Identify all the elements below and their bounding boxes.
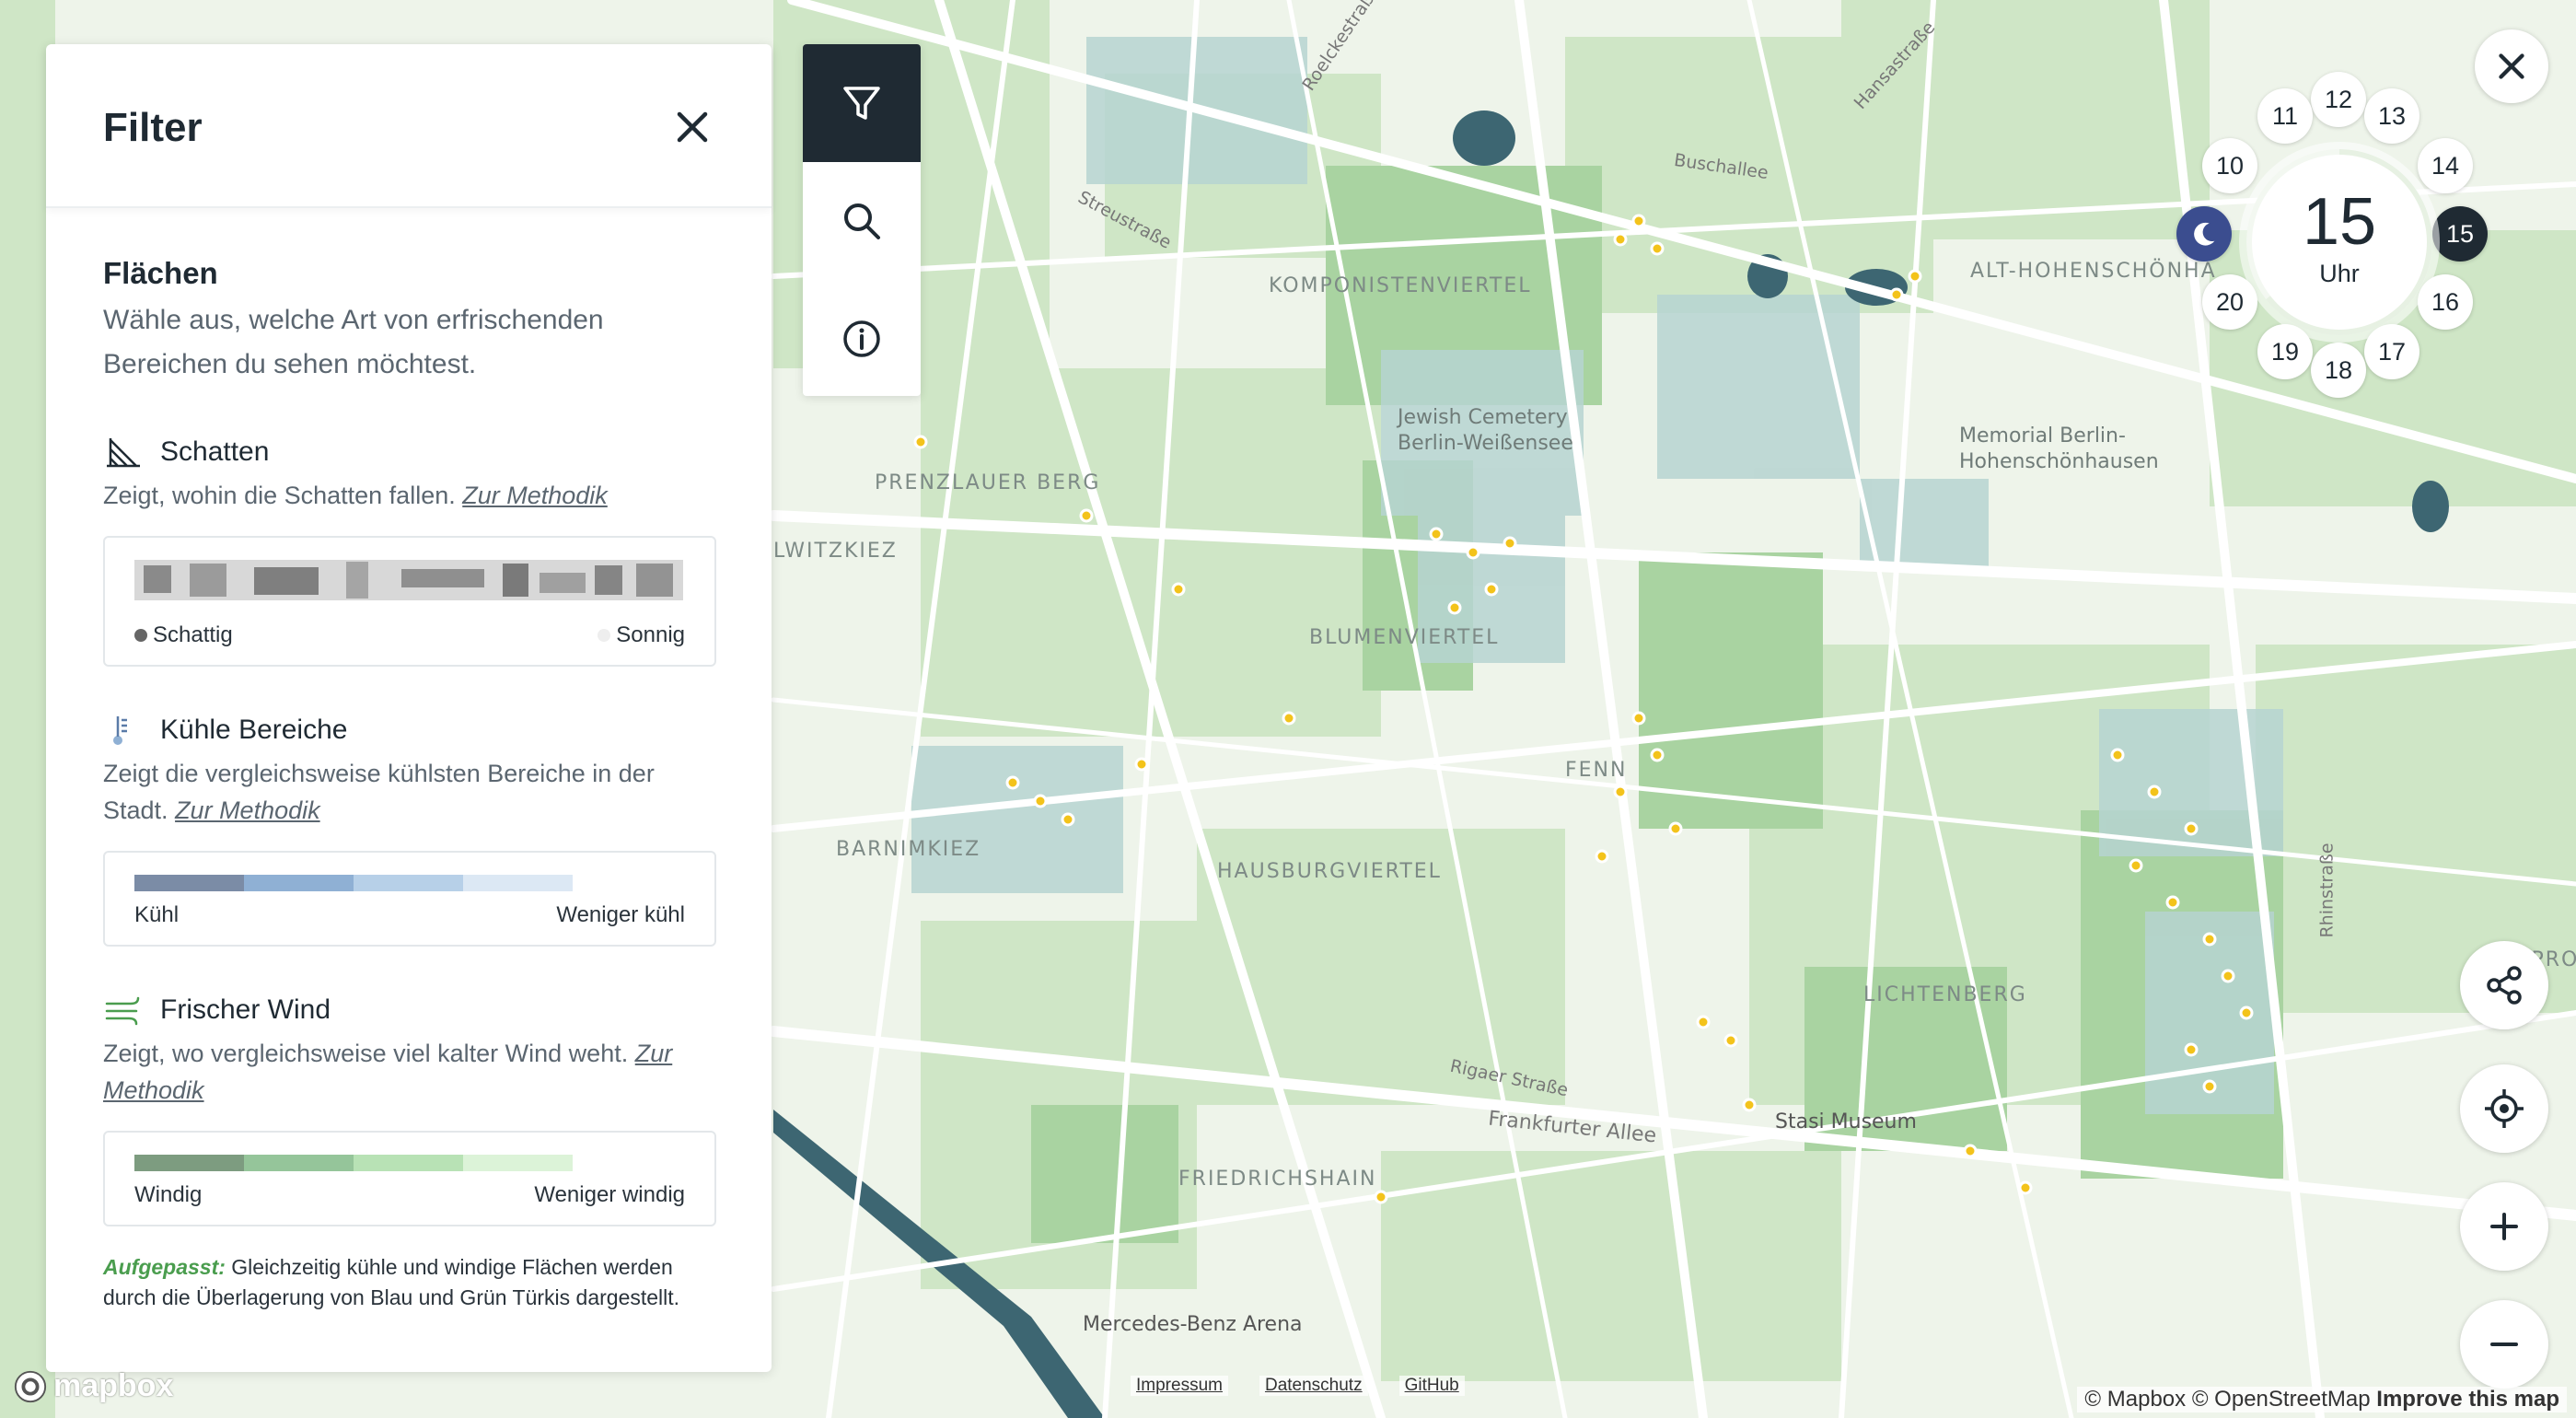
attribution-text[interactable]: © Mapbox © OpenStreetMap — [2084, 1387, 2370, 1412]
hour-17[interactable]: 17 — [2364, 324, 2419, 379]
map-label-barnimkiez: BARNIMKIEZ — [836, 838, 981, 861]
map-label-blumenviertel: BLUMENVIERTEL — [1309, 626, 1500, 649]
close-icon — [2499, 53, 2524, 79]
map-label-memorial: Memorial Berlin-Hohenschönhausen — [1959, 424, 2159, 473]
shadow-methodik-link[interactable]: Zur Methodik — [462, 482, 608, 509]
close-icon — [677, 111, 708, 143]
cool-left-label: Kühl — [134, 902, 180, 927]
plus-icon — [2490, 1213, 2518, 1240]
cool-grad-segment-3 — [463, 875, 573, 891]
shadow-right-label: Sonnig — [598, 622, 685, 648]
shadow-legend: Schattig Sonnig — [103, 536, 716, 667]
cool-right-label: Weniger kühl — [556, 902, 685, 927]
map-label-rhinstrasse: Rhinstraße — [2316, 843, 2338, 938]
map-label-jewish-cemetery: Jewish Cemetery Berlin-Weißensee — [1398, 406, 1573, 455]
note: Aufgepasst: Gleichzeitig kühle und windi… — [103, 1252, 729, 1313]
hour-10[interactable]: 10 — [2202, 138, 2257, 193]
crosshair-icon — [2485, 1089, 2524, 1128]
hour-13[interactable]: 13 — [2364, 88, 2419, 144]
wind-grad-segment-1 — [244, 1155, 354, 1171]
wind-grad-segment-2 — [354, 1155, 463, 1171]
datenschutz-link[interactable]: Datenschutz — [1259, 1376, 1368, 1396]
shadow-filter[interactable]: Schatten Zeigt, wohin die Schatten falle… — [103, 435, 714, 514]
shadow-left-label: Schattig — [134, 622, 233, 648]
map-label-prenzlauer-berg: PRENZLAUER BERG — [875, 471, 1101, 494]
mapbox-wordmark: mapbox — [53, 1368, 174, 1403]
cool-grad-segment-1 — [244, 875, 354, 891]
map-toolbar — [803, 44, 921, 396]
share-button[interactable] — [2460, 941, 2548, 1029]
shadow-title: Schatten — [160, 436, 270, 467]
zoom-in-button[interactable] — [2460, 1182, 2548, 1271]
wind-grad-segment-0 — [134, 1155, 244, 1171]
search-icon — [844, 203, 880, 239]
shadow-icon — [107, 438, 140, 468]
hour-11[interactable]: 11 — [2257, 88, 2313, 144]
clock-hour: 15 — [2302, 185, 2377, 259]
night-button[interactable] — [2176, 206, 2232, 262]
cool-grad-segment-0 — [134, 875, 244, 891]
wind-icon — [105, 996, 140, 1026]
hour-15[interactable]: 15 — [2432, 206, 2488, 262]
wind-legend: Windig Weniger windig — [103, 1131, 716, 1226]
wind-filter[interactable]: Frischer Wind Zeigt, wo vergleichsweise … — [103, 993, 714, 1109]
hour-19[interactable]: 19 — [2257, 324, 2313, 379]
cool-filter[interactable]: Kühle Bereiche Zeigt die vergleichsweise… — [103, 713, 714, 829]
hour-12[interactable]: 12 — [2311, 72, 2366, 127]
improve-map-link[interactable]: Improve this map — [2376, 1387, 2559, 1412]
wind-title: Frischer Wind — [160, 994, 331, 1025]
hour-20[interactable]: 20 — [2202, 274, 2257, 330]
filter-button[interactable] — [803, 44, 921, 162]
map-label-fenn: FENN — [1565, 759, 1628, 782]
section-title: Flächen — [103, 256, 218, 290]
time-clock: 12 13 14 15 16 17 18 19 20 10 11 15 Uhr — [2156, 57, 2515, 416]
close-clock-button[interactable] — [2475, 29, 2548, 103]
info-icon — [843, 320, 880, 357]
cool-gradient — [134, 875, 573, 891]
locate-button[interactable] — [2460, 1064, 2548, 1153]
map-label-komponistenviertel: KOMPONISTENVIERTEL — [1269, 274, 1532, 297]
thermometer-icon — [113, 716, 127, 745]
cool-title: Kühle Bereiche — [160, 715, 348, 745]
mapbox-logo[interactable]: mapbox — [13, 1368, 173, 1404]
note-label: Aufgepasst: — [103, 1255, 226, 1279]
wind-left-label: Windig — [134, 1182, 203, 1207]
section-description: Wähle aus, welche Art von erfrischenden … — [103, 305, 604, 379]
wind-description: Zeigt, wo vergleichsweise viel kalter Wi… — [103, 1040, 629, 1067]
shadow-description: Zeigt, wohin die Schatten fallen. — [103, 482, 456, 509]
filter-icon — [843, 87, 880, 120]
zoom-out-button[interactable] — [2460, 1300, 2548, 1389]
wind-grad-segment-3 — [463, 1155, 573, 1171]
moon-icon — [2194, 222, 2215, 246]
cool-legend: Kühl Weniger kühl — [103, 851, 716, 947]
filter-panel-header: Filter — [46, 44, 772, 208]
github-link[interactable]: GitHub — [1398, 1376, 1465, 1396]
clock-center: 15 Uhr — [2252, 155, 2427, 330]
close-filter-button[interactable] — [670, 105, 714, 149]
info-button[interactable] — [803, 280, 921, 396]
cool-methodik-link[interactable]: Zur Methodik — [175, 796, 320, 824]
map-label-stasi-museum: Stasi Museum — [1775, 1110, 1917, 1133]
clock-unit: Uhr — [2319, 260, 2360, 287]
wind-gradient — [134, 1155, 573, 1171]
minus-icon — [2490, 1342, 2518, 1346]
map-attribution: © Mapbox © OpenStreetMap Improve this ma… — [2077, 1387, 2567, 1412]
filter-panel: Filter Flächen Wähle aus, welche Art von… — [46, 44, 772, 1372]
footer-links: Impressum Datenschutz GitHub — [1131, 1376, 1465, 1396]
map-label-benz-arena: Mercedes-Benz Arena — [1083, 1313, 1303, 1336]
map-label-hausburgviertel: HAUSBURGVIERTEL — [1217, 860, 1442, 883]
filter-panel-title: Filter — [103, 105, 203, 150]
map-label-witzkiez: LWITZKIEZ — [773, 540, 898, 563]
map-label-lichtenberg: LICHTENBERG — [1863, 983, 2027, 1006]
search-button[interactable] — [803, 162, 921, 280]
map-label-friedrichshain: FRIEDRICHSHAIN — [1178, 1168, 1377, 1191]
impressum-link[interactable]: Impressum — [1131, 1376, 1228, 1396]
cool-grad-segment-2 — [354, 875, 463, 891]
hour-18[interactable]: 18 — [2311, 343, 2366, 398]
share-icon — [2487, 966, 2522, 1005]
mapbox-icon — [14, 1370, 47, 1402]
wind-right-label: Weniger windig — [534, 1182, 685, 1207]
shadow-pattern — [134, 560, 683, 600]
